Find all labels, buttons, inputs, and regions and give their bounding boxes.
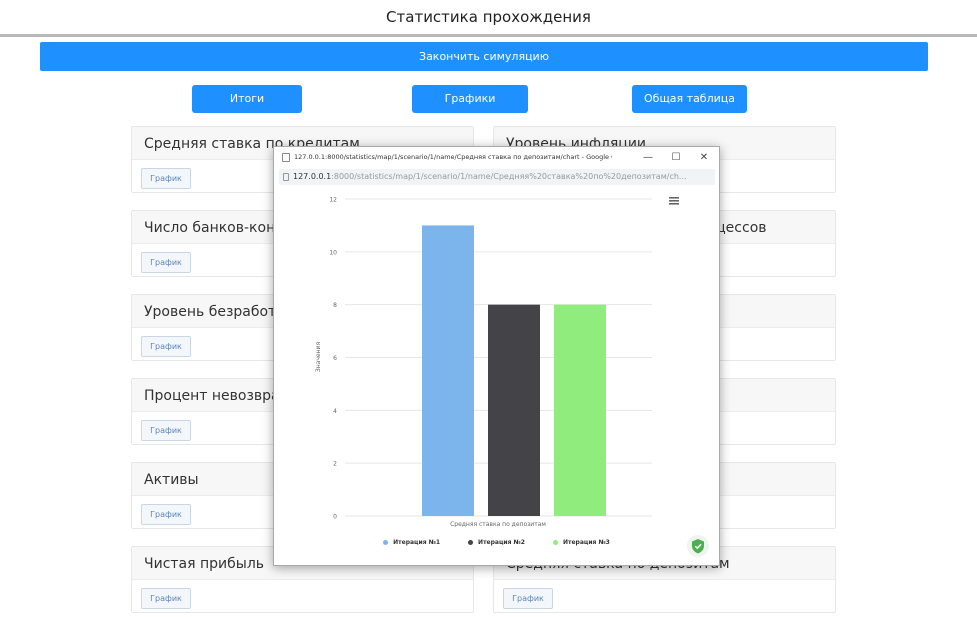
chart-legend: Итерация №1 Итерация №2 Итерация №3 xyxy=(274,539,719,546)
popup-window-title: 127.0.0.1:8000/statistics/map/1/scenario… xyxy=(294,153,612,161)
close-icon[interactable]: ✕ xyxy=(694,150,714,165)
y-tick-label: 2 xyxy=(333,461,337,468)
y-tick-label: 6 xyxy=(333,355,337,362)
legend-item[interactable]: Итерация №2 xyxy=(468,539,525,546)
chart-button[interactable]: График xyxy=(141,588,191,609)
maximize-icon[interactable]: ☐ xyxy=(666,150,686,165)
x-axis-label: Средняя ставка по депозитам xyxy=(450,521,546,527)
bar-series-3 xyxy=(554,304,606,516)
hamburger-menu-icon xyxy=(669,200,679,202)
results-button[interactable]: Итоги xyxy=(192,85,302,113)
chart-button[interactable]: График xyxy=(503,588,553,609)
bar-chart: 0 2 4 6 8 10 12 Значения Средняя ставка по депоз… xyxy=(315,197,679,527)
chart-button[interactable]: График xyxy=(141,336,191,357)
hamburger-menu-icon xyxy=(669,197,679,199)
chart-button[interactable]: График xyxy=(141,420,191,441)
hamburger-menu-icon xyxy=(669,203,679,205)
legend-marker xyxy=(552,540,558,545)
chart-button[interactable]: График xyxy=(141,504,191,525)
y-tick-label: 10 xyxy=(329,249,337,256)
y-tick-label: 4 xyxy=(333,408,337,415)
legend-item[interactable]: Итерация №1 xyxy=(383,539,440,546)
page-icon xyxy=(282,153,290,162)
legend-marker xyxy=(383,540,389,545)
legend-label: Итерация №1 xyxy=(393,539,441,546)
page-info-icon xyxy=(283,173,289,181)
finish-simulation-button[interactable]: Закончить симуляцию xyxy=(40,42,928,71)
minimize-icon[interactable]: — xyxy=(638,150,658,165)
page-title: Статистика прохождения xyxy=(386,8,591,26)
summary-table-button[interactable]: Общая таблица xyxy=(632,85,747,113)
charts-button[interactable]: Графики xyxy=(412,85,528,113)
y-axis-label: Значения xyxy=(315,342,322,373)
y-tick-label: 0 xyxy=(333,514,337,521)
legend-label: Итерация №2 xyxy=(478,539,525,546)
chart-button[interactable]: График xyxy=(141,168,191,189)
title-divider xyxy=(0,34,977,37)
legend-item[interactable]: Итерация №3 xyxy=(552,539,610,546)
popup-titlebar[interactable]: 127.0.0.1:8000/statistics/map/1/scenario… xyxy=(274,147,719,168)
bar-series-2 xyxy=(488,304,540,516)
address-bar[interactable]: 127.0.0.1:8000/statistics/map/1/scenario… xyxy=(279,169,715,185)
legend-label: Итерация №3 xyxy=(562,539,610,546)
y-tick-label: 8 xyxy=(333,302,337,309)
address-path: :8000/statistics/map/1/scenario/1/name/С… xyxy=(331,172,687,181)
address-host: 127.0.0.1 xyxy=(293,172,332,181)
legend-marker xyxy=(468,540,474,545)
bar-series-1 xyxy=(422,225,474,516)
chart-popup-window[interactable]: 127.0.0.1:8000/statistics/map/1/scenario… xyxy=(273,146,720,566)
y-tick-label: 12 xyxy=(329,197,337,204)
chart-button[interactable]: График xyxy=(141,252,191,273)
